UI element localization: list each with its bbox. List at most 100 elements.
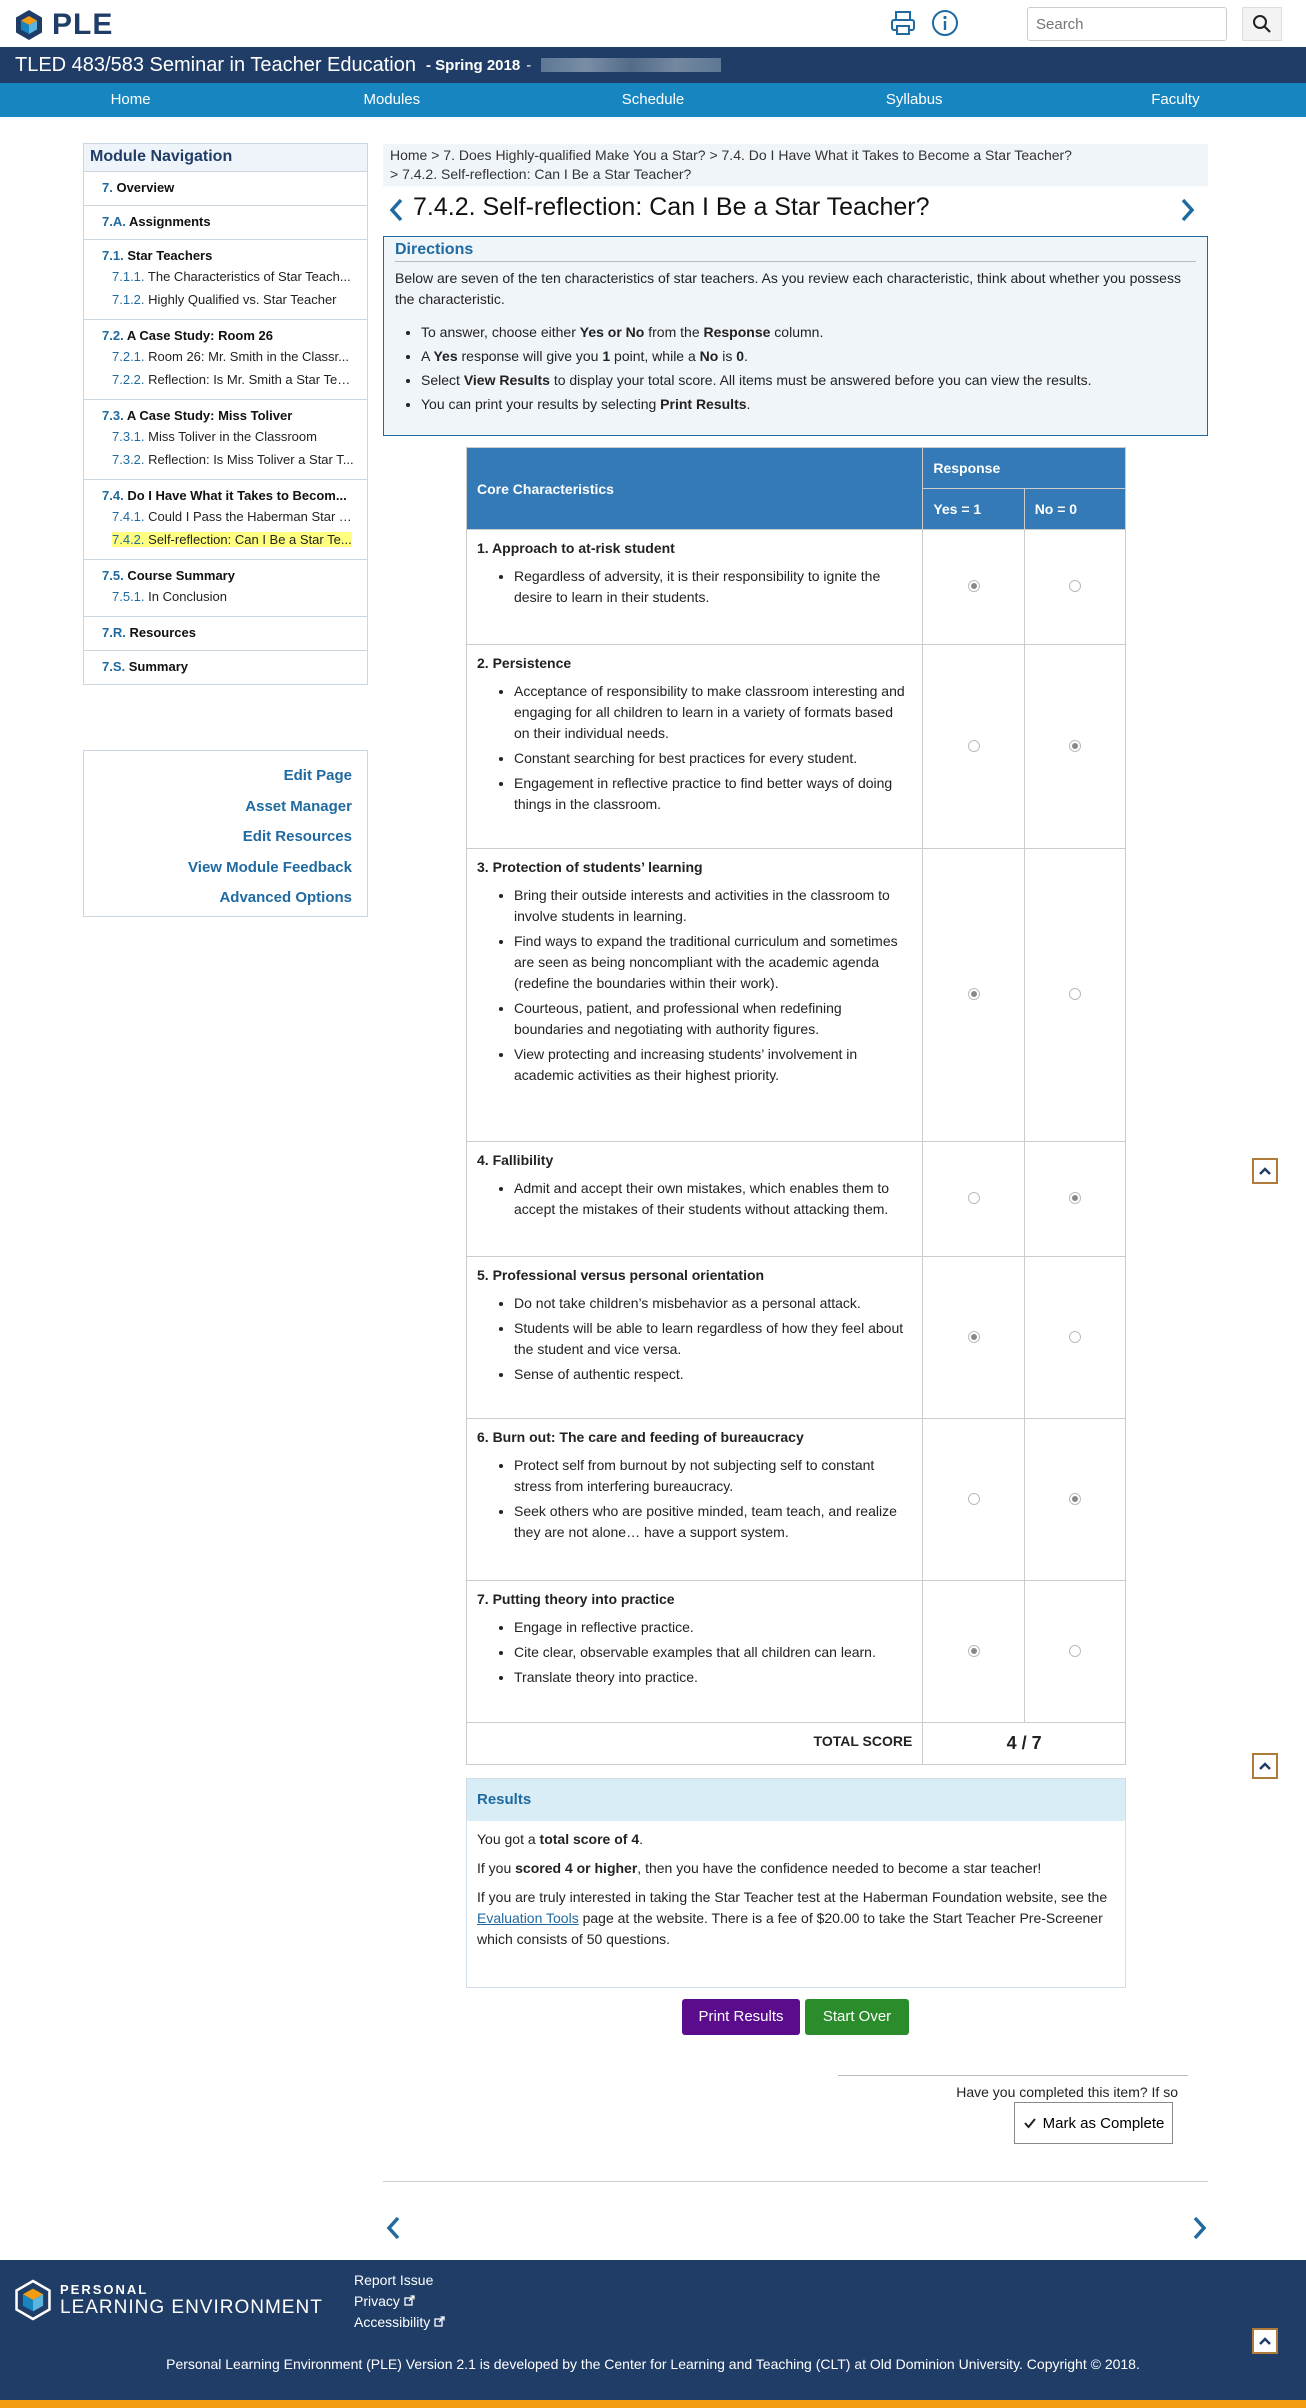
search-button[interactable] xyxy=(1242,7,1282,41)
yes-radio[interactable] xyxy=(967,1192,980,1204)
nav-modules[interactable]: Modules xyxy=(261,83,522,117)
sidebar-group-title[interactable]: 7.5. Course Summary xyxy=(84,566,367,585)
characteristic-bullet: Cite clear, observable examples that all… xyxy=(514,1642,912,1663)
scroll-top-button[interactable] xyxy=(1252,1753,1278,1779)
characteristic-cell: 7. Putting theory into practice Engage in… xyxy=(465,1580,924,1723)
sidebar-group-title[interactable]: 7.1. Star Teachers xyxy=(84,246,367,265)
no-radio[interactable] xyxy=(1068,1644,1081,1657)
sidebar-item[interactable]: 7.1.1. The Characteristics of Star Teach… xyxy=(84,265,367,288)
characteristic-list: Bring their outside interests and activi… xyxy=(477,885,912,1086)
print-results-button[interactable]: Print Results xyxy=(682,1999,800,2035)
sidebar-tool-link[interactable]: View Module Feedback xyxy=(84,853,367,884)
directions-item: A Yes response will give you 1 point, wh… xyxy=(421,344,1196,368)
chevron-left-icon[interactable] xyxy=(386,197,408,223)
characteristic-bullet: Admit and accept their own mistakes, whi… xyxy=(514,1178,912,1220)
print-icon[interactable] xyxy=(889,9,917,37)
start-over-button[interactable]: Start Over xyxy=(805,1999,909,2035)
sidebar-group: 7.2. A Case Study: Room 26 7.2.1. Room 26… xyxy=(84,320,367,400)
sidebar-item[interactable]: 7.4.1. Could I Pass the Haberman Star T.… xyxy=(84,505,367,528)
yes-radio[interactable] xyxy=(967,580,980,592)
nav-schedule[interactable]: Schedule xyxy=(522,83,783,117)
characteristic-bullet: Engage in reflective practice. xyxy=(514,1617,912,1638)
scroll-top-button[interactable] xyxy=(1252,2328,1278,2354)
chevron-right-icon[interactable] xyxy=(1188,2215,1210,2241)
response-no-cell xyxy=(1023,1141,1127,1257)
directions-item: Select View Results to display your tota… xyxy=(421,368,1196,392)
sidebar-group-title[interactable]: 7.2. A Case Study: Room 26 xyxy=(84,326,367,345)
sidebar-tool-link[interactable]: Edit Resources xyxy=(84,822,367,853)
characteristic-list: Do not take children’s misbehavior as a … xyxy=(477,1293,912,1385)
accessibility-link[interactable]: Accessibility xyxy=(354,2312,445,2333)
sidebar-item[interactable]: 7.1.2. Highly Qualified vs. Star Teacher xyxy=(84,288,367,311)
nav-home[interactable]: Home xyxy=(0,83,261,117)
info-icon[interactable] xyxy=(931,9,959,37)
response-yes-cell xyxy=(922,644,1025,849)
no-radio[interactable] xyxy=(1068,580,1081,592)
sidebar-tool-link[interactable]: Asset Manager xyxy=(84,792,367,823)
characteristic-row: 7. Putting theory into practice Engage in… xyxy=(465,1580,1127,1723)
sidebar-group-title[interactable]: 7.S. Summary xyxy=(84,657,367,676)
yes-radio[interactable] xyxy=(967,1330,980,1343)
total-score-label: TOTAL SCORE xyxy=(465,1722,924,1765)
characteristic-list: Acceptance of responsibility to make cla… xyxy=(477,681,912,815)
sidebar-item[interactable]: 7.5.1. In Conclusion xyxy=(84,585,367,608)
sidebar-group-title[interactable]: 7. Overview xyxy=(84,178,367,197)
sidebar-group-title[interactable]: 7.3. A Case Study: Miss Toliver xyxy=(84,406,367,425)
redacted-instructor xyxy=(541,58,722,72)
sidebar-item[interactable]: 7.3.2. Reflection: Is Miss Toliver a Sta… xyxy=(84,448,367,471)
characteristic-bullet: Students will be able to learn regardles… xyxy=(514,1318,912,1360)
mark-as-complete-label: Mark as Complete xyxy=(1042,2114,1165,2132)
no-radio[interactable] xyxy=(1068,1192,1081,1204)
characteristic-cell: 3. Protection of students’ learning Bring… xyxy=(465,848,924,1142)
no-radio[interactable] xyxy=(1068,739,1081,752)
chevron-up-icon xyxy=(1259,2337,1271,2345)
brand-name: PLE xyxy=(52,8,114,41)
privacy-link[interactable]: Privacy xyxy=(354,2291,445,2312)
characteristic-title: 4. Fallibility xyxy=(477,1152,554,1168)
yes-radio[interactable] xyxy=(967,988,980,1000)
chevron-right-icon[interactable] xyxy=(1176,197,1198,223)
response-yes-cell xyxy=(922,1256,1025,1419)
nav-syllabus[interactable]: Syllabus xyxy=(784,83,1045,117)
characteristic-row: 1. Approach to at-risk student Regardless… xyxy=(465,529,1127,645)
directions-item: You can print your results by selecting … xyxy=(421,392,1196,416)
directions-box: Directions Below are seven of the ten ch… xyxy=(383,236,1208,436)
characteristic-row: 6. Burn out: The care and feeding of bur… xyxy=(465,1418,1127,1581)
yes-radio[interactable] xyxy=(967,1492,980,1505)
chevron-up-icon xyxy=(1259,1762,1271,1770)
breadcrumb-line-1[interactable]: Home > 7. Does Highly-qualified Make You… xyxy=(390,146,1201,165)
sidebar-group: 7.1. Star Teachers 7.1.1. The Characteris… xyxy=(84,240,367,320)
page-title: 7.4.2. Self-reflection: Can I Be a Star … xyxy=(413,193,930,221)
no-radio[interactable] xyxy=(1068,988,1081,1000)
no-radio[interactable] xyxy=(1068,1330,1081,1343)
sidebar-group: 7.A. Assignments xyxy=(84,206,367,240)
sidebar-tool-link[interactable]: Edit Page xyxy=(84,761,367,792)
characteristic-bullet: Bring their outside interests and activi… xyxy=(514,885,912,927)
sidebar-group-title[interactable]: 7.4. Do I Have What it Takes to Becom... xyxy=(84,486,367,505)
sidebar-item[interactable]: 7.3.1. Miss Toliver in the Classroom xyxy=(84,425,367,448)
characteristic-bullet: Protect self from burnout by not subject… xyxy=(514,1455,912,1497)
nav-faculty[interactable]: Faculty xyxy=(1045,83,1306,117)
sidebar-item-active[interactable]: 7.4.2. Self-reflection: Can I Be a Star … xyxy=(84,528,367,551)
yes-radio[interactable] xyxy=(967,739,980,752)
scroll-top-button[interactable] xyxy=(1252,1158,1278,1184)
sidebar-group-title[interactable]: 7.A. Assignments xyxy=(84,212,367,231)
yes-radio[interactable] xyxy=(967,1644,980,1657)
sidebar-item[interactable]: 7.2.1. Room 26: Mr. Smith in the Classr.… xyxy=(84,345,367,368)
response-no-cell xyxy=(1023,1418,1127,1581)
no-radio[interactable] xyxy=(1068,1492,1081,1505)
breadcrumb-line-2[interactable]: > 7.4.2. Self-reflection: Can I Be a Sta… xyxy=(390,165,1201,184)
sidebar-tool-link[interactable]: Advanced Options xyxy=(84,883,367,914)
characteristic-cell: 1. Approach to at-risk student Regardless… xyxy=(465,529,924,645)
characteristic-bullet: Seek others who are positive minded, tea… xyxy=(514,1501,912,1543)
report-issue-link[interactable]: Report Issue xyxy=(354,2270,445,2291)
mark-as-complete-button[interactable]: Mark as Complete xyxy=(1014,2102,1173,2144)
sidebar-group-title[interactable]: 7.R. Resources xyxy=(84,623,367,642)
ple-logo[interactable]: PLE xyxy=(14,8,113,42)
search-input[interactable] xyxy=(1027,7,1227,41)
sidebar-item[interactable]: 7.2.2. Reflection: Is Mr. Smith a Star T… xyxy=(84,368,367,391)
evaluation-tools-link[interactable]: Evaluation Tools xyxy=(477,1910,579,1926)
col-yes: Yes = 1 xyxy=(922,488,1025,530)
chevron-left-icon[interactable] xyxy=(383,2215,405,2241)
response-yes-cell xyxy=(922,1141,1025,1257)
